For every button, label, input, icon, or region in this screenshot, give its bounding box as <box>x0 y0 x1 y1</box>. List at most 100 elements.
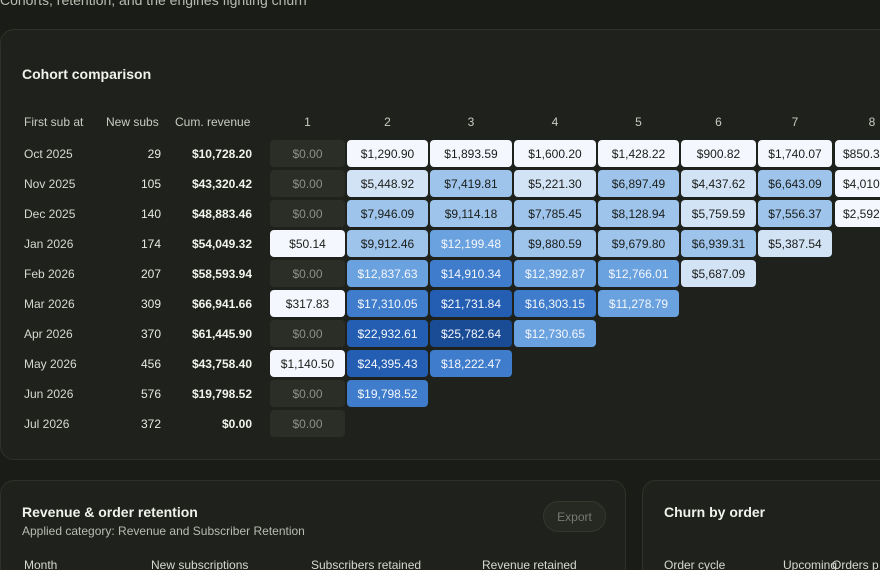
cohort-card-title: Cohort comparison <box>22 66 152 82</box>
header-period-7: 7 <box>791 115 799 129</box>
cohort-cell: $21,731.84 <box>430 290 512 317</box>
cohort-cell: $7,946.09 <box>347 200 428 227</box>
cohort-row-label: Feb 2026 <box>24 267 75 281</box>
cohort-new-subs: 456 <box>140 357 161 371</box>
cohort-cell: $6,939.31 <box>681 230 756 257</box>
cohort-cell: $1,290.90 <box>347 140 428 167</box>
cohort-cell: $5,387.54 <box>758 230 832 257</box>
cohort-row-label: Dec 2025 <box>24 207 76 221</box>
cohort-cum-revenue: $10,728.20 <box>191 147 252 161</box>
cohort-cell: $0.00 <box>270 140 345 167</box>
cohort-cum-revenue: $0.00 <box>221 417 252 431</box>
cohort-cell: $1,740.07 <box>758 140 832 167</box>
export-button[interactable]: Export <box>543 501 606 532</box>
cohort-cell: $18,222.47 <box>430 350 512 377</box>
cohort-row-label: Apr 2026 <box>24 327 73 341</box>
col-revenue-retained: Revenue retained <box>482 558 577 570</box>
cohort-cell: $9,679.80 <box>598 230 679 257</box>
cohort-new-subs: 309 <box>140 297 161 311</box>
cohort-cell: $6,643.09 <box>758 170 832 197</box>
cohort-cell: $1,893.59 <box>430 140 512 167</box>
cohort-cell: $24,395.43 <box>347 350 428 377</box>
cohort-cell: $4,010.00 <box>835 170 880 197</box>
cohort-cell: $6,897.49 <box>598 170 679 197</box>
revenue-card-title: Revenue & order retention <box>22 504 198 520</box>
page-subtitle: Cohorts, retention, and the engines figh… <box>0 0 307 8</box>
cohort-row-label: Jun 2026 <box>24 387 74 401</box>
cohort-new-subs: 105 <box>140 177 161 191</box>
cohort-cell: $17,310.05 <box>347 290 428 317</box>
churn-by-order-card: Churn by order Order cycle Upcoming Orde… <box>642 480 880 570</box>
col-order-cycle: Order cycle <box>664 558 726 570</box>
cohort-cell: $9,912.46 <box>347 230 428 257</box>
cohort-cell: $14,910.34 <box>430 260 512 287</box>
cohort-cell: $0.00 <box>270 410 345 437</box>
cohort-cell: $0.00 <box>270 320 345 347</box>
cohort-cell: $7,556.37 <box>758 200 832 227</box>
cohort-cell: $317.83 <box>270 290 345 317</box>
applied-category: Applied category: Revenue and Subscriber… <box>22 524 305 538</box>
cohort-cum-revenue: $54,049.32 <box>191 237 252 251</box>
cohort-row-label: May 2026 <box>24 357 77 371</box>
revenue-retention-card: Revenue & order retention Applied catego… <box>0 480 626 570</box>
header-period-8: 8 <box>868 115 876 129</box>
cohort-cell: $9,114.18 <box>430 200 512 227</box>
header-period-3: 3 <box>467 115 475 129</box>
cohort-cell: $11,278.79 <box>598 290 679 317</box>
cohort-cell: $0.00 <box>270 200 345 227</box>
cohort-cell: $16,303.15 <box>514 290 596 317</box>
col-month: Month <box>24 558 58 570</box>
cohort-cell: $8,128.94 <box>598 200 679 227</box>
header-period-4: 4 <box>551 115 559 129</box>
col-new-subscriptions: New subscriptions <box>151 558 249 570</box>
churn-card-title: Churn by order <box>664 504 766 520</box>
cohort-cell: $12,199.48 <box>430 230 512 257</box>
header-new-subs: New subs <box>106 115 159 129</box>
cohort-cell: $22,932.61 <box>347 320 428 347</box>
cohort-cell: $19,798.52 <box>347 380 428 407</box>
cohort-cell: $12,392.87 <box>514 260 596 287</box>
cohort-cell: $12,837.63 <box>347 260 428 287</box>
cohort-cell: $50.14 <box>270 230 345 257</box>
cohort-cum-revenue: $19,798.52 <box>191 387 252 401</box>
cohort-cum-revenue: $43,758.40 <box>191 357 252 371</box>
cohort-comparison-card: Cohort comparison First sub at New subs … <box>0 29 880 460</box>
cohort-cell: $1,600.20 <box>514 140 596 167</box>
cohort-cell: $5,759.59 <box>681 200 756 227</box>
cohort-cell: $5,221.30 <box>514 170 596 197</box>
header-cum-revenue: Cum. revenue <box>175 115 251 129</box>
col-subscribers-retained: Subscribers retained <box>311 558 422 570</box>
cohort-new-subs: 174 <box>140 237 161 251</box>
header-period-2: 2 <box>384 115 391 129</box>
cohort-cell: $7,785.45 <box>514 200 596 227</box>
cohort-cum-revenue: $58,593.94 <box>191 267 252 281</box>
cohort-row-label: Jan 2026 <box>24 237 74 251</box>
cohort-new-subs: 372 <box>140 417 161 431</box>
header-first-sub: First sub at <box>24 115 84 129</box>
cohort-cell: $5,687.09 <box>681 260 756 287</box>
cohort-cell: $0.00 <box>270 260 345 287</box>
col-upcoming: Upcoming <box>783 558 838 570</box>
cohort-cell: $900.82 <box>681 140 756 167</box>
cohort-new-subs: 29 <box>147 147 161 161</box>
cohort-new-subs: 370 <box>140 327 161 341</box>
cohort-cell: $9,880.59 <box>514 230 596 257</box>
header-period-1: 1 <box>304 115 311 129</box>
cohort-cum-revenue: $48,883.46 <box>191 207 252 221</box>
cohort-row-label: Oct 2025 <box>24 147 73 161</box>
cohort-cell: $0.00 <box>270 170 345 197</box>
cohort-cell: $1,140.50 <box>270 350 345 377</box>
cohort-cum-revenue: $43,320.42 <box>191 177 252 191</box>
cohort-cell: $5,448.92 <box>347 170 428 197</box>
cohort-row-label: Mar 2026 <box>24 297 75 311</box>
cohort-cell: $7,419.81 <box>430 170 512 197</box>
cohort-cum-revenue: $66,941.66 <box>191 297 252 311</box>
cohort-cell: $12,730.65 <box>514 320 596 347</box>
cohort-cell: $25,782.64 <box>430 320 512 347</box>
header-period-5: 5 <box>635 115 642 129</box>
cohort-new-subs: 140 <box>140 207 161 221</box>
cohort-new-subs: 576 <box>140 387 161 401</box>
cohort-cell: $850.38 <box>835 140 880 167</box>
cohort-cell: $2,592.84 <box>835 200 880 227</box>
cohort-cell: $12,766.01 <box>598 260 679 287</box>
